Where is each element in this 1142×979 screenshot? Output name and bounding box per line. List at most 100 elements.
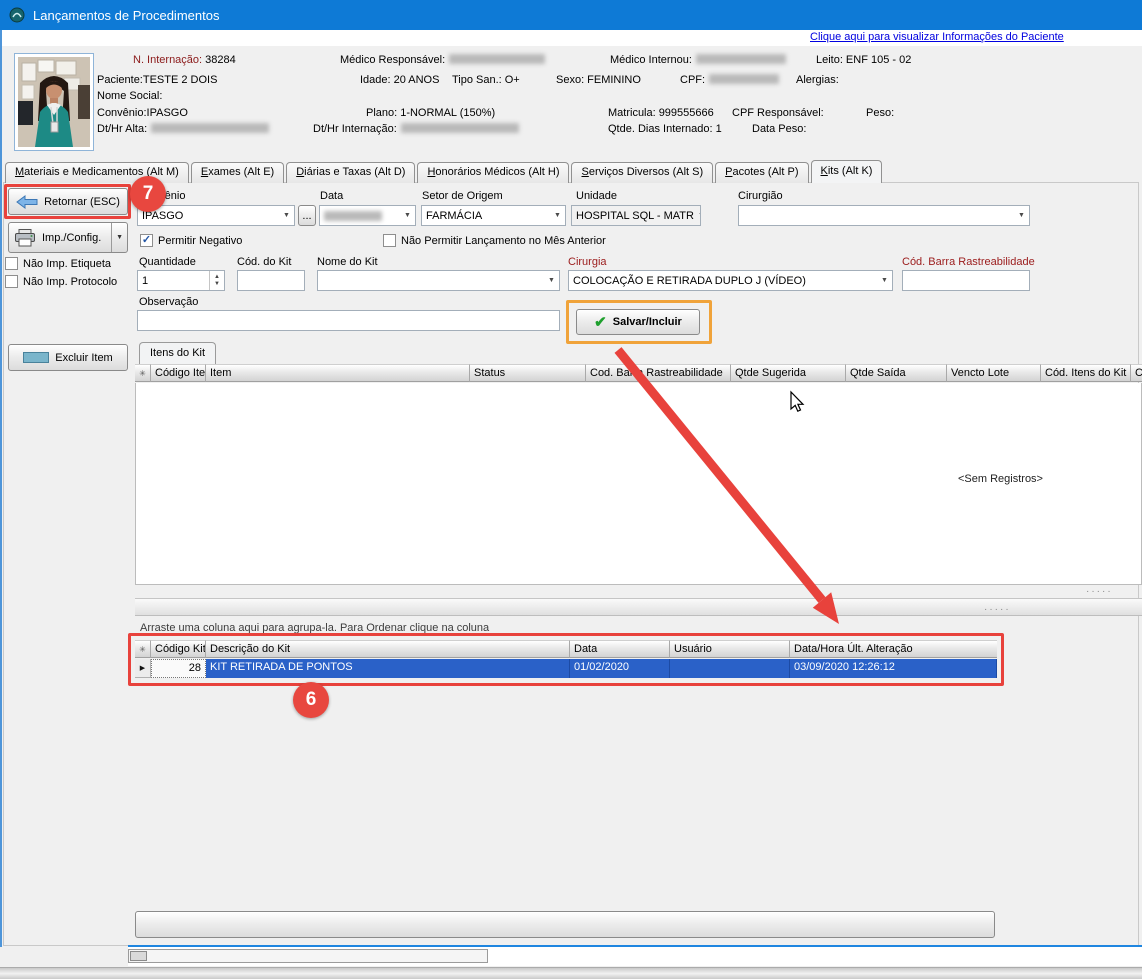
field-tipo-san: Tipo San.:O+ xyxy=(452,74,520,86)
matricula-value: 999555666 xyxy=(659,107,714,119)
grip-icon[interactable]: ····· xyxy=(984,604,1011,615)
cirurgia-label: Cirurgia xyxy=(568,256,607,268)
column-header-cod-itens[interactable]: Cód. Itens do Kit xyxy=(1041,364,1131,382)
column-header-qtde-saida[interactable]: Qtde Saída xyxy=(846,364,947,382)
dropdown-icon[interactable]: ▼ xyxy=(111,223,127,252)
annotation-step-6: 6 xyxy=(293,682,329,718)
nao-imp-etiqueta-checkbox[interactable]: Não Imp. Etiqueta xyxy=(5,257,111,270)
salvar-incluir-button[interactable]: ✔ Salvar/Incluir xyxy=(576,309,700,335)
tab-servicos-diversos[interactable]: Serviços Diversos (Alt S) xyxy=(571,162,713,183)
nao-imp-protocolo-checkbox[interactable]: Não Imp. Protocolo xyxy=(5,275,117,288)
dthr-internacao-label: Dt/Hr Internação: xyxy=(313,123,397,135)
data-peso-label: Data Peso: xyxy=(752,123,806,135)
cirurgia-select[interactable]: COLOCAÇÃO E RETIRADA DUPLO J (VÍDEO) ▼ xyxy=(568,270,893,291)
idade-label: Idade: xyxy=(360,74,391,86)
tab-kits[interactable]: Kits (Alt K) xyxy=(811,160,883,183)
column-header-truncated[interactable]: C xyxy=(1131,364,1142,382)
imp-config-button[interactable]: Imp./Config. ▼ xyxy=(8,222,128,253)
setor-origem-select[interactable]: FARMÁCIA ▼ xyxy=(421,205,566,226)
nao-permitir-checkbox[interactable]: Não Permitir Lançamento no Mês Anterior xyxy=(383,234,606,247)
title-bar: Lançamentos de Procedimentos xyxy=(0,0,1142,30)
field-qtde-dias: Qtde. Dias Internado:1 xyxy=(608,123,722,135)
column-header-data[interactable]: Data xyxy=(570,640,670,658)
grip-icon[interactable]: ····· xyxy=(1086,586,1113,597)
tipo-san-value: O+ xyxy=(505,74,520,86)
column-header-descricao[interactable]: Descrição do Kit xyxy=(206,640,570,658)
patient-photo xyxy=(14,53,94,151)
column-header-codigo-kits[interactable]: Código Kits xyxy=(151,640,206,658)
field-matricula: Matricula:999555666 xyxy=(608,107,714,119)
retornar-button[interactable]: Retornar (ESC) xyxy=(8,188,128,215)
tab-label: iárias e Taxas (Alt D) xyxy=(304,166,405,178)
bottom-panel-button[interactable] xyxy=(135,911,995,938)
cod-barra-input[interactable] xyxy=(902,270,1030,291)
sexo-value: FEMININO xyxy=(587,74,641,86)
permitir-negativo-label: Permitir Negativo xyxy=(158,235,242,247)
browse-label: ... xyxy=(302,210,311,222)
permitir-negativo-checkbox[interactable]: ✓ Permitir Negativo xyxy=(140,234,242,247)
tab-exames[interactable]: Exames (Alt E) xyxy=(191,162,284,183)
leito-label: Leito: xyxy=(816,54,843,66)
column-header-vencto-lote[interactable]: Vencto Lote xyxy=(947,364,1041,382)
field-medico-internou: Médico Internou: xyxy=(610,54,786,66)
cirurgiao-select[interactable]: ▼ xyxy=(738,205,1030,226)
field-paciente: Paciente:TESTE 2 DOIS xyxy=(97,74,217,86)
cell-descricao[interactable]: KIT RETIRADA DE PONTOS xyxy=(206,659,570,678)
tab-materiais-medicamentos[interactable]: Materiais e Medicamentos (Alt M) xyxy=(5,162,189,183)
tab-hotkey: M xyxy=(15,166,24,178)
tab-honorarios-medicos[interactable]: Honorários Médicos (Alt H) xyxy=(417,162,569,183)
paciente-value: TESTE 2 DOIS xyxy=(143,74,218,86)
salvar-incluir-label: Salvar/Incluir xyxy=(613,316,682,328)
convenio-select[interactable]: IPASGO ▼ xyxy=(137,205,295,226)
medico-internou-label: Médico Internou: xyxy=(610,54,692,66)
column-header-alteracao[interactable]: Data/Hora Últ. Alteração xyxy=(790,640,997,658)
tab-pacotes[interactable]: Pacotes (Alt P) xyxy=(715,162,808,183)
observacao-input[interactable] xyxy=(137,310,560,331)
tab-diarias-taxas[interactable]: Diárias e Taxas (Alt D) xyxy=(286,162,415,183)
patient-info-link[interactable]: Clique aqui para visualizar Informações … xyxy=(810,31,1064,43)
medico-responsavel-label: Médico Responsável: xyxy=(340,54,445,66)
cell-codigo[interactable]: 28 xyxy=(151,659,206,678)
window: Lançamentos de Procedimentos Clique aqui… xyxy=(0,0,1142,979)
column-header-codigo-item[interactable]: Código Item xyxy=(151,364,206,382)
tipo-san-label: Tipo San.: xyxy=(452,74,502,86)
column-header-cod-barra[interactable]: Cod. Barra Rastreabilidade xyxy=(586,364,731,382)
itens-table-header: ✳ Código Item Item Status Cod. Barra Ras… xyxy=(135,364,1142,382)
tab-itens-do-kit[interactable]: Itens do Kit xyxy=(139,342,216,364)
convenio-browse-button[interactable]: ... xyxy=(298,205,316,226)
app-icon xyxy=(9,7,25,23)
field-convenio: Convênio:IPASGO xyxy=(97,107,188,119)
scrollbar-thumb[interactable] xyxy=(130,951,147,961)
excluir-item-button[interactable]: Excluir Item xyxy=(8,344,128,371)
tab-hotkey: S xyxy=(581,166,588,178)
asterisk-icon[interactable]: ✳ xyxy=(135,640,151,658)
dropdown-icon: ▼ xyxy=(400,212,415,219)
spinner[interactable]: ▲▼ xyxy=(209,271,224,290)
nao-permitir-label: Não Permitir Lançamento no Mês Anterior xyxy=(401,235,606,247)
cell-usuario[interactable] xyxy=(670,659,790,678)
field-plano: Plano:1-NORMAL (150%) xyxy=(366,107,495,119)
column-header-item[interactable]: Item xyxy=(206,364,470,382)
sexo-label: Sexo: xyxy=(556,74,584,86)
cell-alteracao[interactable]: 03/09/2020 12:26:12 xyxy=(790,659,997,678)
field-alergias: Alergias: xyxy=(796,74,839,86)
redacted-cpf xyxy=(709,74,779,84)
asterisk-icon[interactable]: ✳ xyxy=(135,364,151,382)
spinner-up-icon[interactable]: ▲ xyxy=(214,274,220,281)
leito-value: ENF 105 - 02 xyxy=(846,54,911,66)
field-nome-social: Nome Social: xyxy=(97,90,162,102)
spinner-down-icon[interactable]: ▼ xyxy=(214,281,220,288)
quantidade-stepper[interactable]: 1 ▲▼ xyxy=(137,270,225,291)
cell-data[interactable]: 01/02/2020 xyxy=(570,659,670,678)
nome-social-label: Nome Social: xyxy=(97,90,162,102)
column-header-status[interactable]: Status xyxy=(470,364,586,382)
horizontal-scrollbar[interactable] xyxy=(128,949,488,963)
qtde-dias-label: Qtde. Dias Internado: xyxy=(608,123,713,135)
data-select[interactable]: ▼ xyxy=(319,205,416,226)
unidade-select[interactable]: HOSPITAL SQL - MATR ▼ xyxy=(571,205,701,226)
cod-kit-input[interactable] xyxy=(237,270,305,291)
nome-kit-select[interactable]: ▼ xyxy=(317,270,560,291)
kits-grid-selected-row[interactable]: ▶ 28 KIT RETIRADA DE PONTOS 01/02/2020 0… xyxy=(135,659,997,678)
column-header-qtde-sugerida[interactable]: Qtde Sugerida xyxy=(731,364,846,382)
column-header-usuario[interactable]: Usuário xyxy=(670,640,790,658)
